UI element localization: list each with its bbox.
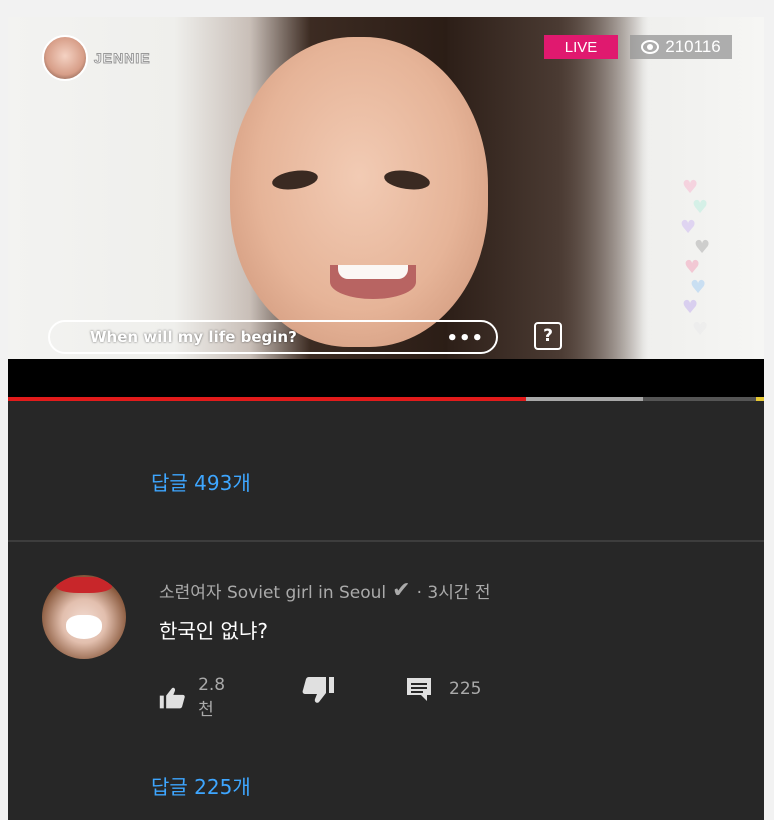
app-frame: JENNIE LIVE 210116 ♥ ♥ ♥ ♥ ♥ ♥ ♥ ♥ When … — [8, 17, 764, 820]
dislike-button[interactable] — [301, 675, 335, 705]
viewer-count: 210116 — [665, 37, 721, 56]
thumbs-up-icon — [159, 687, 185, 708]
view-replies-link[interactable]: 답글 493개 — [151, 467, 251, 496]
verified-check-icon: ✔ — [392, 578, 411, 603]
chat-more-button[interactable]: ••• — [446, 328, 484, 349]
comment-divider — [8, 540, 764, 542]
video-eye-right — [382, 167, 432, 193]
live-badge: LIVE — [544, 35, 618, 59]
video-progress-bar[interactable] — [8, 397, 764, 401]
floating-hearts: ♥ ♥ ♥ ♥ ♥ ♥ ♥ ♥ — [676, 177, 716, 347]
heart-icon: ♥ — [680, 217, 697, 238]
eye-icon — [641, 40, 660, 54]
thumbs-down-icon — [302, 677, 334, 703]
viewer-count-badge: 210116 — [630, 35, 732, 59]
comment-time: · 3시간 전 — [416, 583, 491, 603]
chat-input-bar[interactable]: When will my life begin? ••• — [48, 320, 498, 354]
like-count: 2.8천 — [198, 675, 226, 720]
heart-icon: ♥ — [690, 277, 707, 298]
streamer-name: JENNIE — [94, 50, 151, 67]
heart-icon: ♥ — [692, 197, 709, 218]
streamer-avatar[interactable] — [42, 35, 88, 81]
comment-avatar[interactable] — [42, 575, 126, 659]
heart-icon: ♥ — [682, 297, 699, 318]
video-face — [230, 37, 488, 347]
comment-meta: 소련여자 Soviet girl in Seoul ✔ · 3시간 전 — [159, 578, 491, 603]
reply-count: 225 — [449, 679, 482, 699]
avatar-mask — [66, 615, 102, 639]
progress-marker — [756, 397, 764, 401]
help-icon[interactable]: ? — [534, 322, 562, 350]
video-player[interactable]: JENNIE LIVE 210116 ♥ ♥ ♥ ♥ ♥ ♥ ♥ ♥ When … — [8, 17, 764, 359]
like-button[interactable]: 2.8천 — [159, 675, 232, 720]
avatar-headband — [56, 577, 112, 593]
heart-icon: ♥ — [692, 319, 709, 340]
chat-message: When will my life begin? — [90, 328, 297, 346]
progress-played — [8, 397, 526, 401]
streamer-info[interactable]: JENNIE — [42, 35, 151, 81]
comment-icon — [407, 678, 431, 701]
progress-buffered — [526, 397, 643, 401]
heart-icon: ♥ — [682, 177, 699, 198]
video-mouth — [330, 265, 416, 299]
comment-author[interactable]: 소련여자 Soviet girl in Seoul — [159, 578, 386, 603]
video-letterbox — [8, 359, 764, 397]
comment-text: 한국인 없냐? — [159, 619, 268, 643]
view-replies-link[interactable]: 답글 225개 — [151, 771, 251, 800]
reply-button[interactable]: 225 — [405, 675, 481, 703]
heart-icon: ♥ — [694, 237, 711, 258]
video-eye-left — [270, 167, 320, 193]
heart-icon: ♥ — [684, 257, 701, 278]
video-teeth — [338, 265, 408, 279]
